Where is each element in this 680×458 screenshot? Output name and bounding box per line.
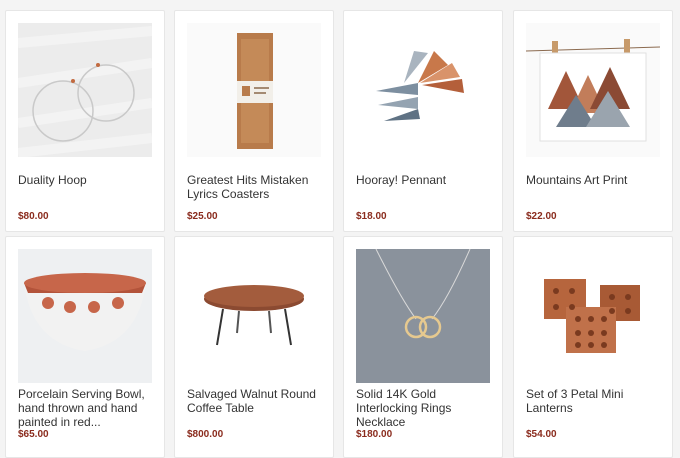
product-title[interactable]: Porcelain Serving Bowl, hand thrown and …: [18, 387, 156, 429]
product-card-coffee-table[interactable]: Salvaged Walnut Round Coffee Table $800.…: [174, 236, 334, 458]
product-price: $65.00: [18, 429, 49, 440]
product-card-coasters[interactable]: Greatest Hits Mistaken Lyrics Coasters $…: [174, 10, 334, 232]
hoop-earrings-image[interactable]: [18, 23, 152, 157]
product-title[interactable]: Hooray! Pennant: [356, 173, 494, 187]
lanterns-image[interactable]: [526, 249, 660, 383]
rings-necklace-image[interactable]: [356, 249, 490, 383]
product-price: $80.00: [18, 211, 49, 222]
product-card-rings-necklace[interactable]: Solid 14K Gold Interlocking Rings Neckla…: [343, 236, 503, 458]
product-title[interactable]: Greatest Hits Mistaken Lyrics Coasters: [187, 173, 325, 201]
product-price: $54.00: [526, 429, 557, 440]
serving-bowl-image[interactable]: [18, 249, 152, 383]
product-price: $800.00: [187, 429, 224, 440]
coasters-box-image[interactable]: [187, 23, 321, 157]
product-card-duality-hoop[interactable]: Duality Hoop $80.00: [5, 10, 165, 232]
product-title[interactable]: Set of 3 Petal Mini Lanterns: [526, 387, 664, 415]
product-price: $22.00: [526, 211, 557, 222]
pennant-fan-image[interactable]: [356, 23, 490, 157]
product-title[interactable]: Solid 14K Gold Interlocking Rings Neckla…: [356, 387, 494, 429]
coffee-table-image[interactable]: [187, 249, 321, 383]
product-price: $25.00: [187, 211, 218, 222]
mountains-print-image[interactable]: [526, 23, 660, 157]
product-title[interactable]: Mountains Art Print: [526, 173, 664, 187]
product-card-lanterns[interactable]: Set of 3 Petal Mini Lanterns $54.00: [513, 236, 673, 458]
product-card-serving-bowl[interactable]: Porcelain Serving Bowl, hand thrown and …: [5, 236, 165, 458]
product-title[interactable]: Salvaged Walnut Round Coffee Table: [187, 387, 325, 415]
product-card-mountains-print[interactable]: Mountains Art Print $22.00: [513, 10, 673, 232]
product-price: $180.00: [356, 429, 393, 440]
product-title[interactable]: Duality Hoop: [18, 173, 156, 187]
product-card-pennant[interactable]: Hooray! Pennant $18.00: [343, 10, 503, 232]
product-price: $18.00: [356, 211, 387, 222]
